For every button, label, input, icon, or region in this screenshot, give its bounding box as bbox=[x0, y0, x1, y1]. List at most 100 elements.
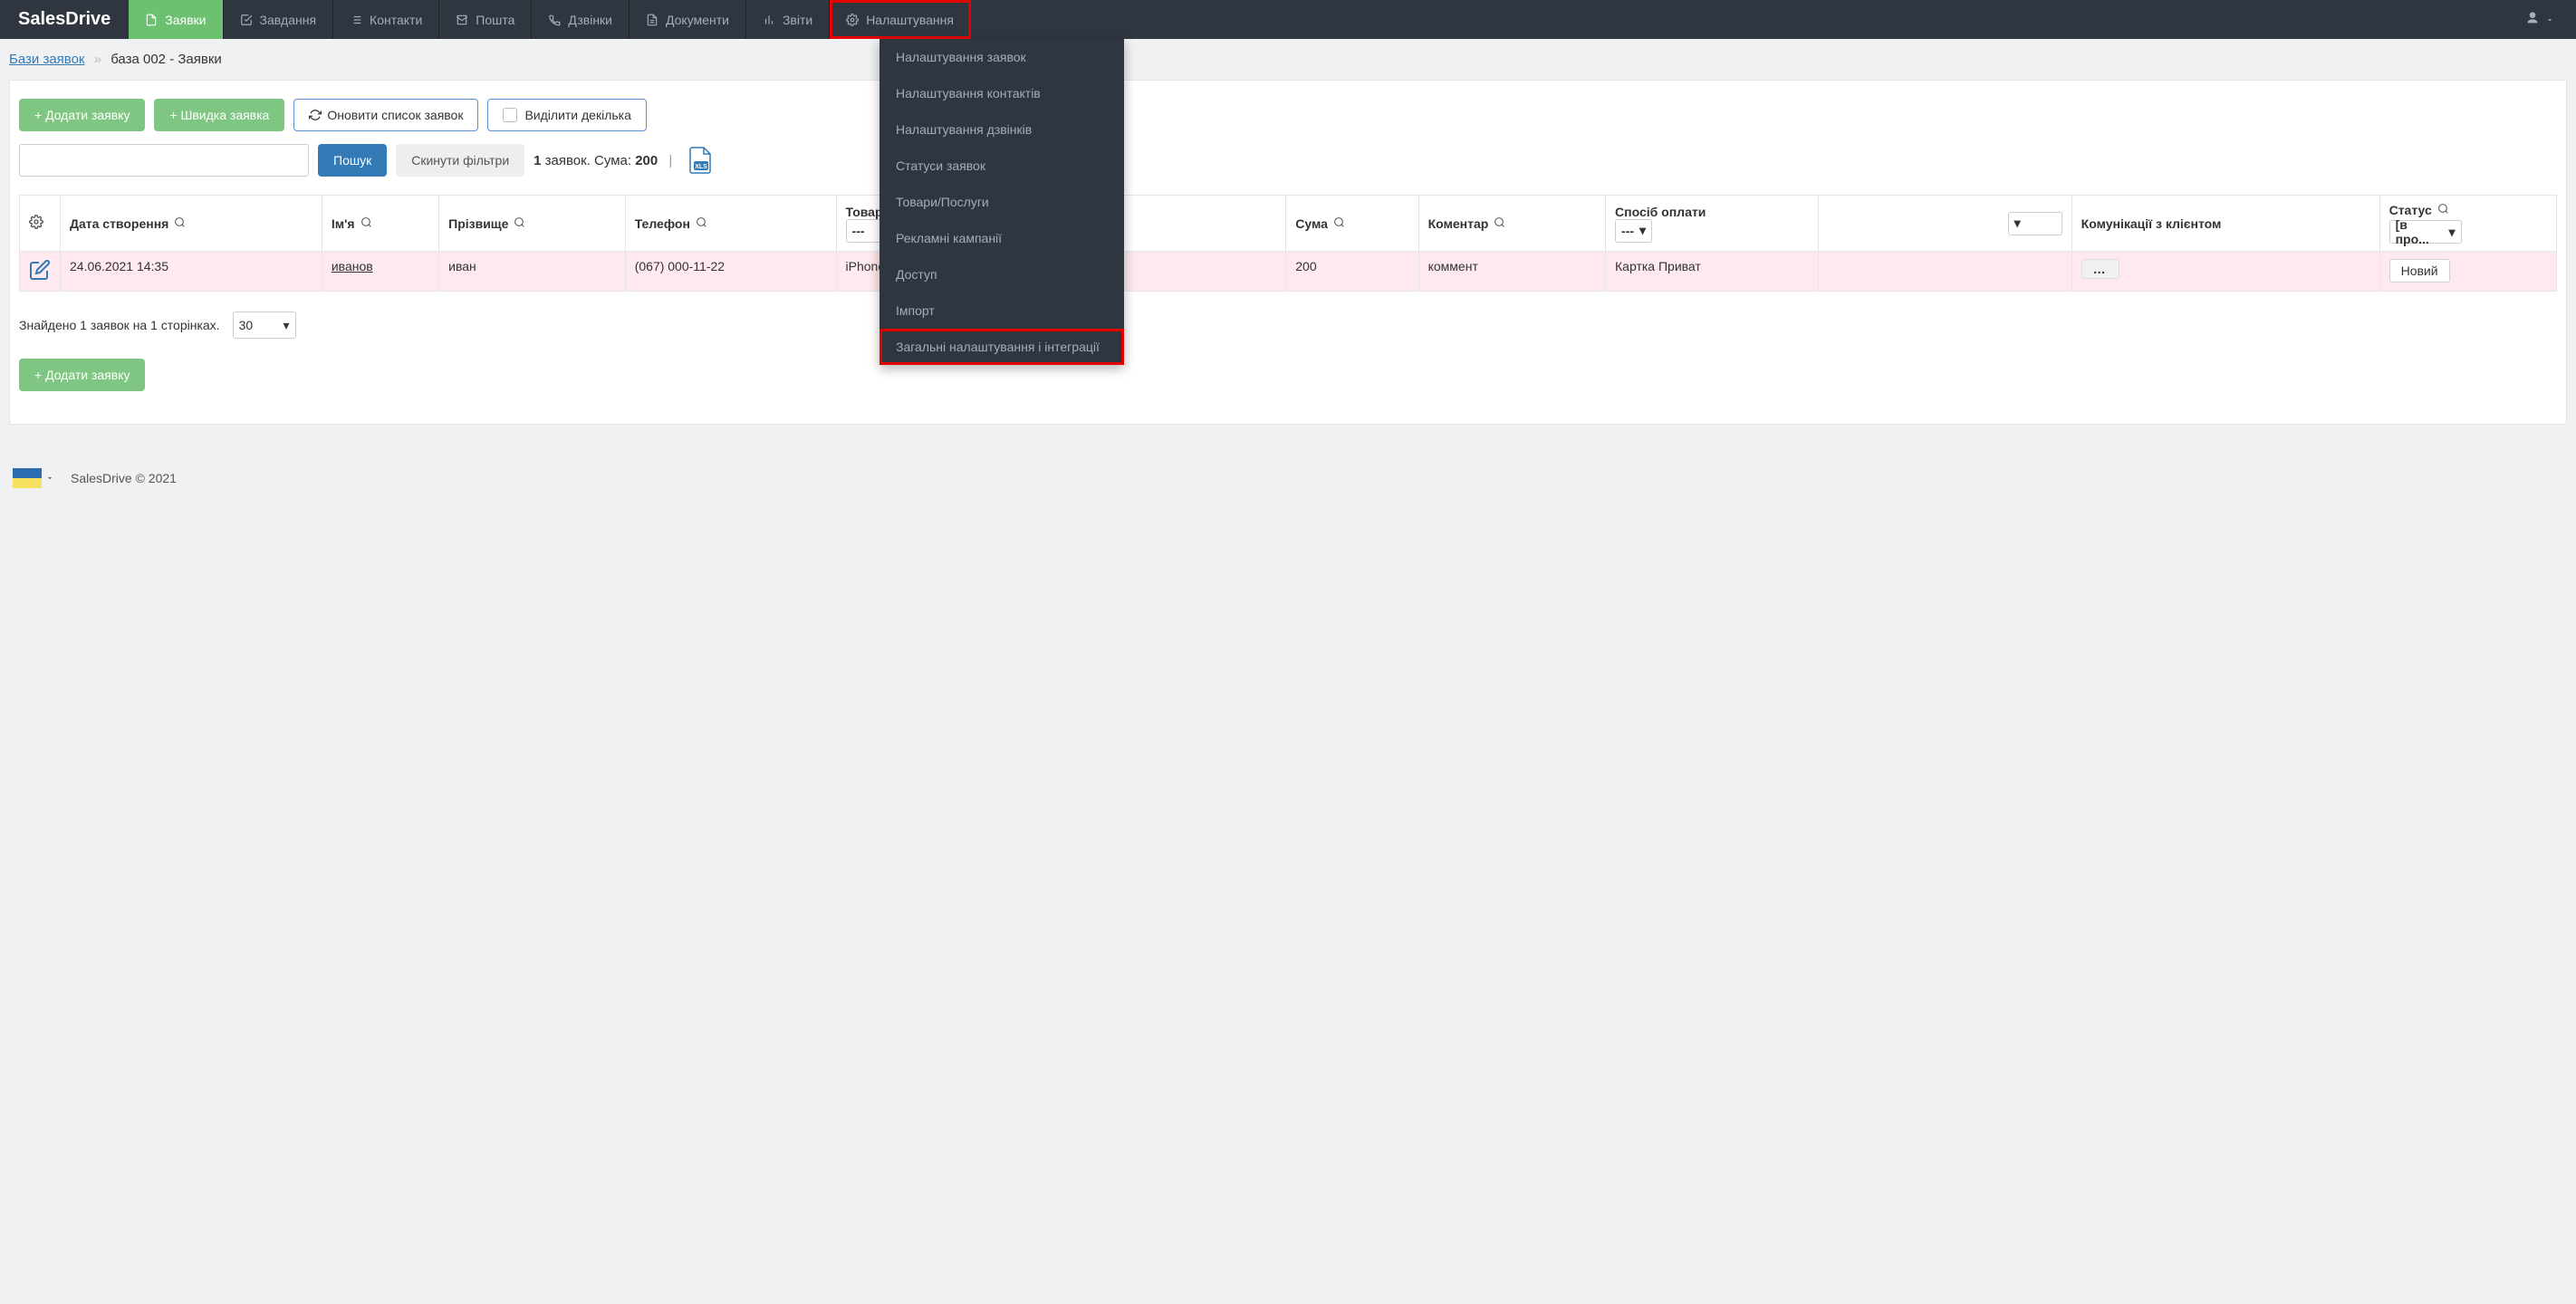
dropdown-item-general-integrations[interactable]: Загальні налаштування і інтеграції bbox=[879, 329, 1124, 365]
user-icon bbox=[2525, 11, 2545, 28]
hidden-filter-select[interactable]: ▾ bbox=[2008, 212, 2062, 235]
search-icon bbox=[360, 216, 372, 231]
add-request-button[interactable]: + Додати заявку bbox=[19, 99, 145, 131]
select-multiple-label: Виділити декілька bbox=[524, 108, 630, 122]
search-icon bbox=[1494, 216, 1505, 231]
flag-icon bbox=[13, 468, 42, 488]
chevron-down-icon: ▾ bbox=[2449, 225, 2456, 240]
refresh-list-button[interactable]: Оновити список заявок bbox=[293, 99, 478, 131]
add-request-button-bottom[interactable]: + Додати заявку bbox=[19, 359, 145, 391]
nav-label: Налаштування bbox=[866, 13, 954, 27]
settings-dropdown: Налаштування заявок Налаштування контакт… bbox=[879, 39, 1124, 365]
chevron-down-icon: ▾ bbox=[1639, 223, 1646, 238]
col-status-label: Статус bbox=[2389, 203, 2432, 217]
nav-calls[interactable]: Дзвінки bbox=[532, 0, 630, 39]
result-count: 1 bbox=[533, 153, 541, 168]
col-hidden-under-dropdown: ▾ bbox=[1818, 196, 2071, 252]
page-footer: SalesDrive © 2021 bbox=[0, 443, 2576, 513]
dropdown-item-calls-settings[interactable]: Налаштування дзвінків bbox=[879, 111, 1124, 148]
col-date-label: Дата створення bbox=[70, 216, 168, 231]
nav-tasks[interactable]: Завдання bbox=[224, 0, 334, 39]
col-gear[interactable] bbox=[20, 196, 61, 252]
pagination-found: Знайдено 1 заявок на 1 сторінках. bbox=[19, 318, 220, 332]
status-filter-select[interactable]: [в про... ▾ bbox=[2389, 220, 2462, 244]
toolbar-row-2: Пошук Скинути фільтри 1 заявок. Сума: 20… bbox=[19, 144, 2557, 177]
dropdown-item-access[interactable]: Доступ bbox=[879, 256, 1124, 292]
cell-sum: 200 bbox=[1286, 252, 1418, 292]
col-firstname-label: Ім'я bbox=[332, 216, 355, 231]
communications-dots[interactable]: … bbox=[2081, 259, 2119, 279]
payment-filter-select[interactable]: --- ▾ bbox=[1615, 219, 1652, 243]
nav-contacts[interactable]: Контакти bbox=[333, 0, 439, 39]
col-sum-label: Сума bbox=[1295, 216, 1328, 231]
nav-label: Пошта bbox=[476, 13, 514, 27]
list-icon bbox=[350, 14, 362, 26]
result-sum: 200 bbox=[635, 153, 658, 168]
col-phone-label: Телефон bbox=[635, 216, 690, 231]
cell-hidden bbox=[1818, 252, 2071, 292]
bar-chart-icon bbox=[763, 14, 775, 26]
search-icon bbox=[696, 216, 707, 231]
breadcrumb-root[interactable]: Бази заявок bbox=[9, 52, 85, 67]
nav-settings[interactable]: Налаштування bbox=[830, 0, 971, 39]
col-date[interactable]: Дата створення bbox=[61, 196, 322, 252]
nav-label: Звіти bbox=[783, 13, 812, 27]
select-multiple-button[interactable]: Виділити декілька bbox=[487, 99, 646, 131]
copyright: SalesDrive © 2021 bbox=[71, 471, 177, 485]
result-meta: 1 заявок. Сума: 200 | bbox=[533, 153, 679, 168]
nav-requests[interactable]: Заявки bbox=[129, 0, 223, 39]
dropdown-item-products[interactable]: Товари/Послуги bbox=[879, 184, 1124, 220]
search-button[interactable]: Пошук bbox=[318, 144, 387, 177]
col-comment-label: Коментар bbox=[1428, 216, 1489, 231]
user-menu[interactable] bbox=[2509, 0, 2576, 39]
dropdown-item-import[interactable]: Імпорт bbox=[879, 292, 1124, 329]
search-icon bbox=[1333, 216, 1345, 231]
cell-lastname: иван bbox=[439, 252, 626, 292]
nav-label: Заявки bbox=[165, 13, 206, 27]
pagination-row: Знайдено 1 заявок на 1 сторінках. 30 ▾ bbox=[19, 312, 2557, 339]
nav-documents[interactable]: Документи bbox=[630, 0, 746, 39]
reset-filters-button[interactable]: Скинути фільтри bbox=[396, 144, 524, 177]
col-communications[interactable]: Комунікації з клієнтом bbox=[2071, 196, 2379, 252]
per-page-select[interactable]: 30 ▾ bbox=[233, 312, 296, 339]
cell-date: 24.06.2021 14:35 bbox=[61, 252, 322, 292]
payment-filter-value: --- bbox=[1621, 224, 1634, 238]
col-communications-label: Комунікації з клієнтом bbox=[2081, 216, 2222, 231]
svg-text:XLS: XLS bbox=[696, 164, 708, 170]
per-page-value: 30 bbox=[239, 318, 254, 332]
col-lastname-label: Прізвище bbox=[448, 216, 508, 231]
col-status[interactable]: Статус [в про... ▾ bbox=[2379, 196, 2556, 252]
cell-comment: коммент bbox=[1418, 252, 1605, 292]
col-firstname[interactable]: Ім'я bbox=[322, 196, 438, 252]
status-filter-value: [в про... bbox=[2396, 217, 2444, 246]
status-badge[interactable]: Новий bbox=[2389, 259, 2450, 283]
nav-spacer bbox=[971, 0, 2509, 39]
edit-icon[interactable] bbox=[29, 259, 51, 281]
col-sum[interactable]: Сума bbox=[1286, 196, 1418, 252]
col-comment[interactable]: Коментар bbox=[1418, 196, 1605, 252]
dropdown-item-contacts-settings[interactable]: Налаштування контактів bbox=[879, 75, 1124, 111]
language-selector[interactable] bbox=[13, 468, 54, 488]
phone-icon bbox=[548, 14, 561, 26]
quick-request-button[interactable]: + Швидка заявка bbox=[154, 99, 284, 131]
dropdown-item-statuses[interactable]: Статуси заявок bbox=[879, 148, 1124, 184]
nav-label: Контакти bbox=[370, 13, 422, 27]
bottom-buttons: + Додати заявку bbox=[19, 359, 2557, 391]
search-icon bbox=[174, 216, 186, 231]
nav-reports[interactable]: Звіти bbox=[746, 0, 830, 39]
brand-logo: SalesDrive bbox=[0, 0, 129, 39]
search-input[interactable] bbox=[19, 144, 309, 177]
nav-mail[interactable]: Пошта bbox=[439, 0, 532, 39]
col-phone[interactable]: Телефон bbox=[625, 196, 836, 252]
col-lastname[interactable]: Прізвище bbox=[439, 196, 626, 252]
chevron-down-icon bbox=[2545, 13, 2560, 27]
export-xls-icon[interactable]: XLS bbox=[688, 147, 712, 174]
chevron-down-icon: ▾ bbox=[284, 318, 290, 333]
dropdown-item-requests-settings[interactable]: Налаштування заявок bbox=[879, 39, 1124, 75]
nav-label: Дзвінки bbox=[568, 13, 612, 27]
pipe-separator: | bbox=[668, 153, 672, 168]
col-payment-label: Спосіб оплати bbox=[1615, 205, 1706, 219]
firstname-link[interactable]: иванов bbox=[332, 259, 373, 273]
dropdown-item-campaigns[interactable]: Рекламні кампанії bbox=[879, 220, 1124, 256]
col-payment[interactable]: Спосіб оплати --- ▾ bbox=[1606, 196, 1819, 252]
